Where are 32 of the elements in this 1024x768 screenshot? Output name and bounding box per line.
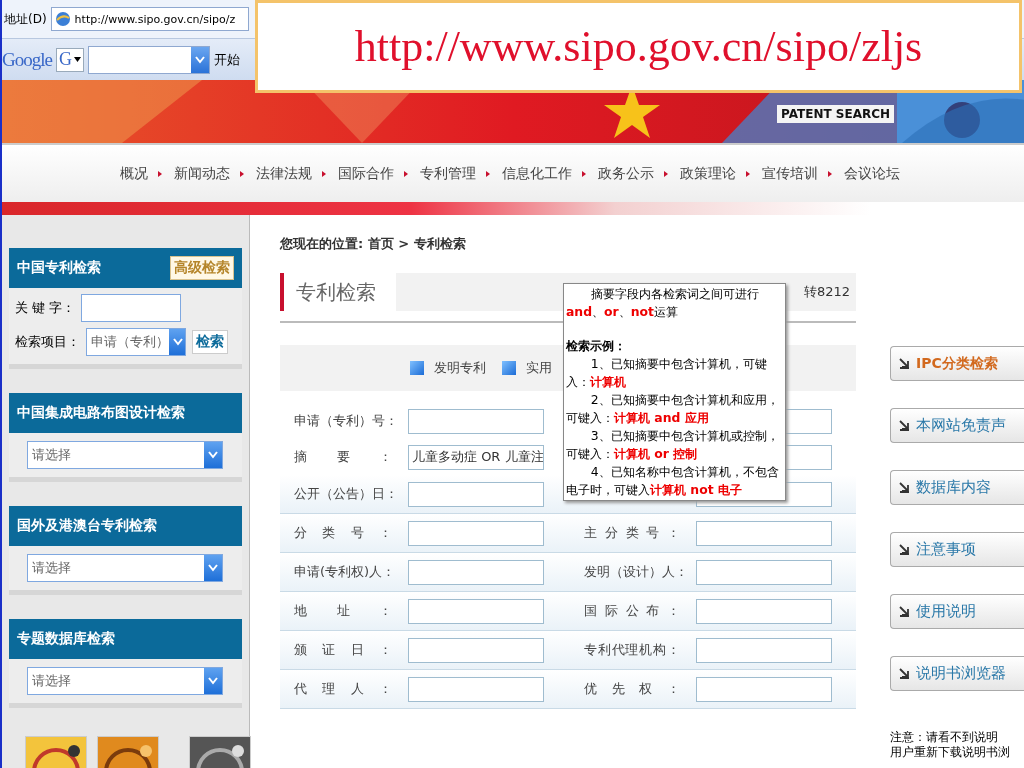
field-label: 地址： <box>294 602 392 620</box>
google-logo: Google <box>2 48 52 71</box>
field-label: 颁证日： <box>294 641 392 659</box>
field-label: 关 键 字： <box>15 299 76 317</box>
field-label: 检索项目： <box>15 333 80 351</box>
tooltip-example: 2、已知摘要中包含计算机和应用，可键入：计算机 and 应用 <box>566 391 780 427</box>
tooltip-text: 摘要字段内各检索词之间可进行and、or、not运算 <box>566 285 760 321</box>
tooltip-example: 1、已知摘要中包含计算机，可键入：计算机 <box>566 355 768 391</box>
note-text: 注意：请看不到说明 <box>890 730 999 745</box>
field-label: 代理人： <box>294 680 392 698</box>
phone-text: 转8212 <box>803 283 850 301</box>
banner-subtitle: PATENT SEARCH <box>777 105 895 123</box>
callout: http://www.sipo.gov.cn/sipo/zljs <box>255 0 1022 93</box>
field-label: 主分类号： <box>584 524 680 542</box>
breadcrumb: 您现在的位置: 首页 > 专利检索 <box>280 235 467 253</box>
section-title: 中国集成电路布图设计检索 <box>17 404 185 422</box>
field-label: 公开（公告）日： <box>294 485 392 503</box>
tooltip-heading: 检索示例： <box>566 337 627 355</box>
address-label: 地址(D) <box>4 10 47 28</box>
field-label: 申请（专利）号： <box>294 412 392 430</box>
tooltip-example: 4、已知名称中包含计算机，不包含电子时，可键入计算机 not 电子 <box>566 463 780 499</box>
field-label: 摘要： <box>294 448 392 466</box>
note-text: 用户重新下载说明书浏 <box>890 745 1011 760</box>
section-title: 国外及港澳台专利检索 <box>17 517 157 535</box>
section-title: 专题数据库检索 <box>17 630 115 648</box>
tooltip-example: 3、已知摘要中包含计算机或控制，可键入：计算机 or 控制 <box>566 427 780 463</box>
field-label: 专利代理机构： <box>584 641 680 659</box>
field-label: 分类号： <box>294 524 392 542</box>
field-label: 国际公布： <box>584 602 680 620</box>
section-title: 中国专利检索 <box>17 259 101 277</box>
field-label: 优先权： <box>584 680 680 698</box>
field-label: 申请(专利权)人： <box>294 563 392 581</box>
